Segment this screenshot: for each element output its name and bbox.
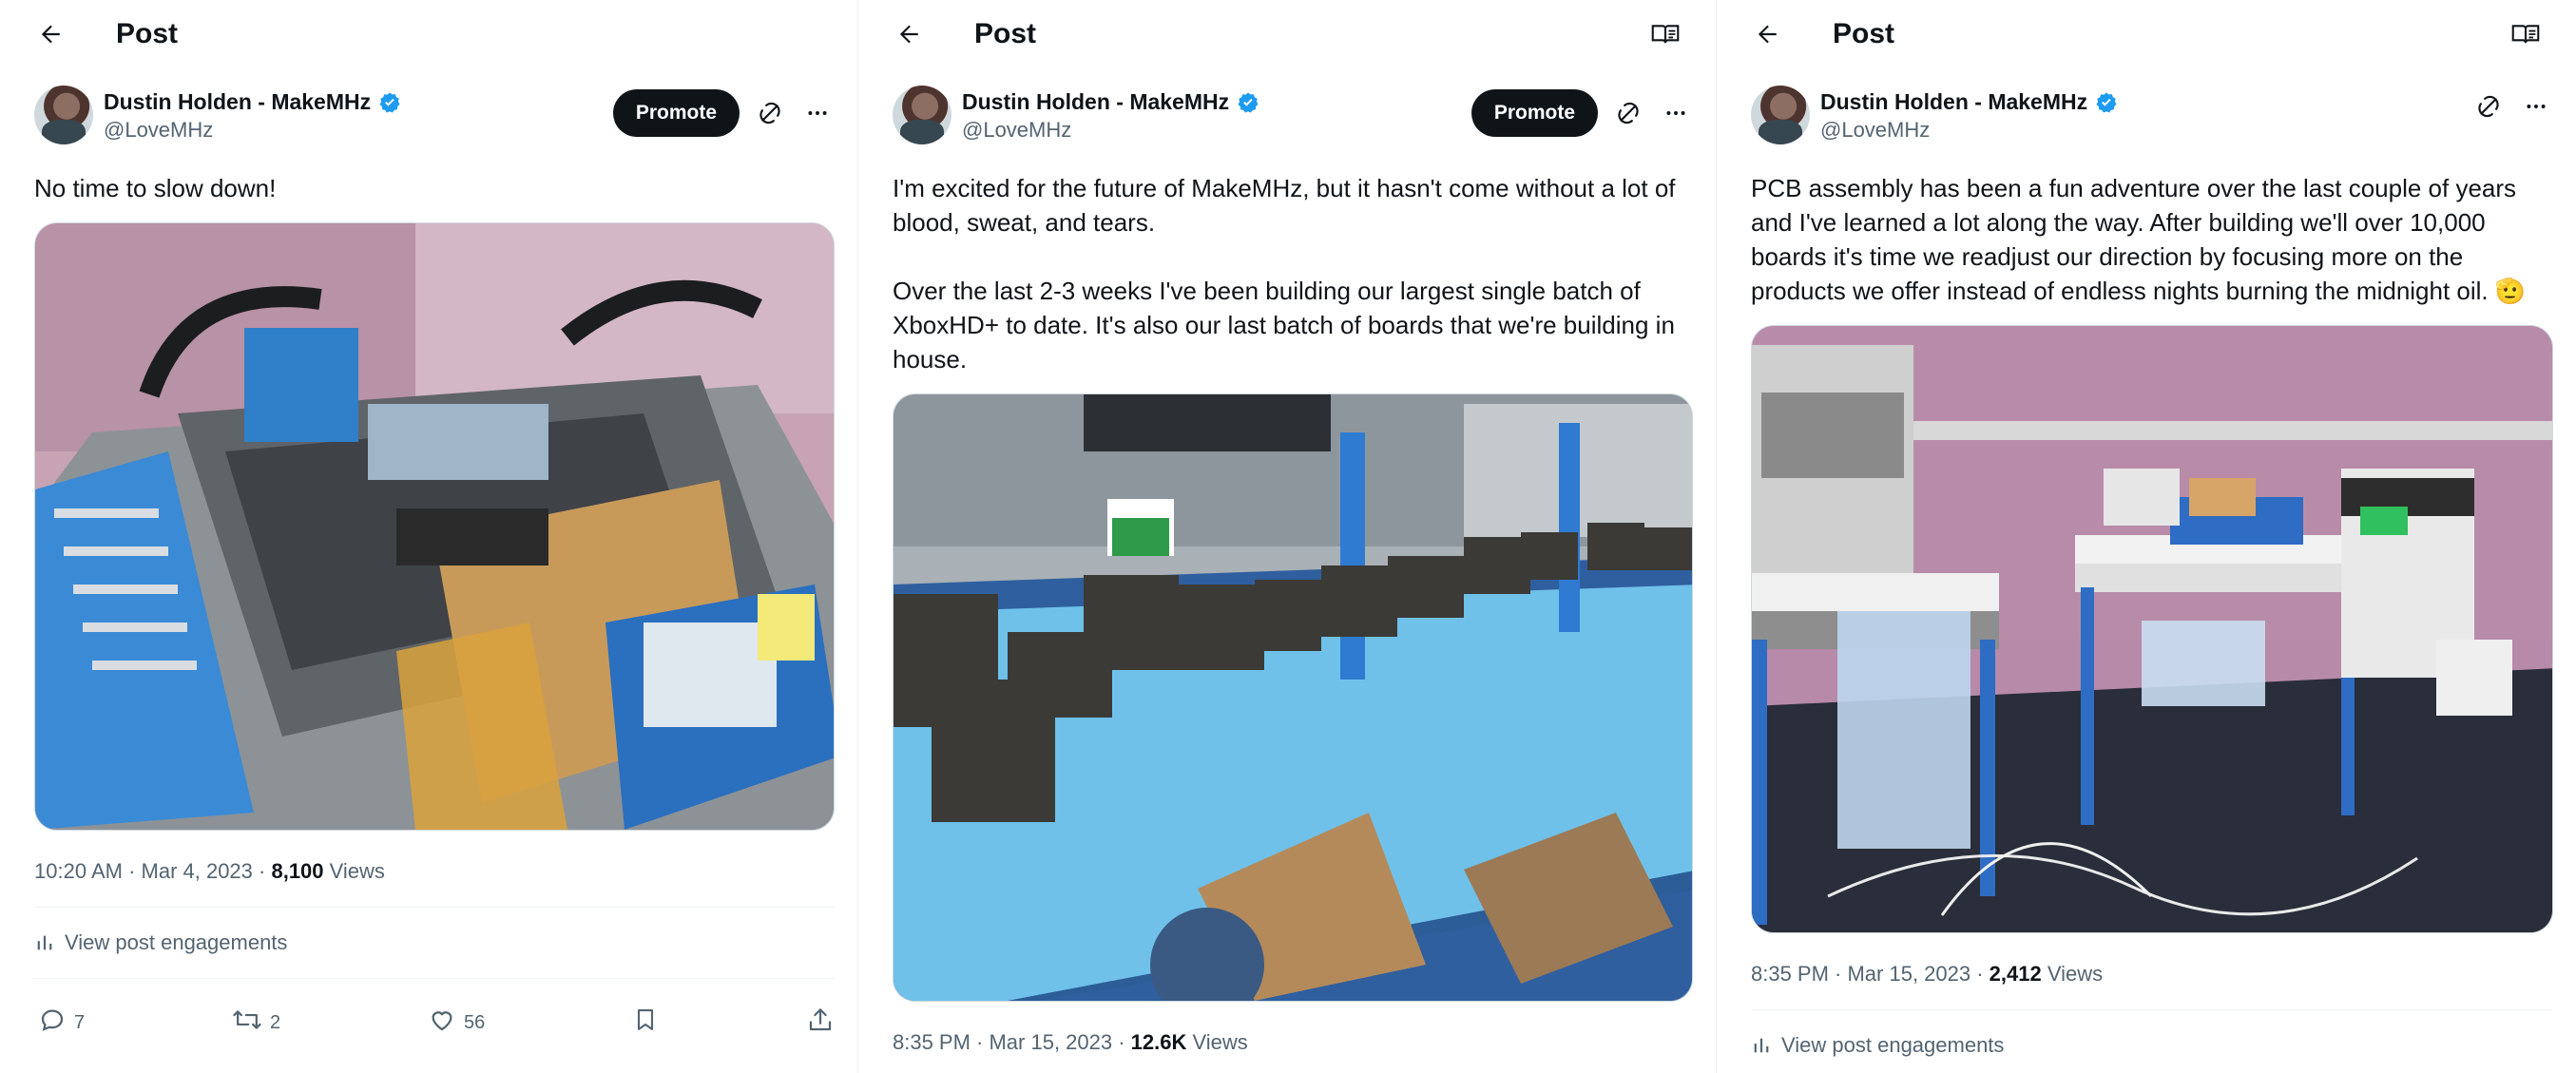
repost-count: 2 (270, 1011, 281, 1033)
reply-icon (38, 1006, 67, 1040)
promote-button[interactable]: Promote (1471, 89, 1598, 137)
post-panel-3: Post Dustin Holden - MakeMHz @LoveMHz PC… (1717, 0, 2576, 1073)
share-button[interactable] (806, 1006, 835, 1040)
author-name[interactable]: Dustin Holden - MakeMHz (104, 89, 371, 115)
view-engagements-label: View post engagements (65, 930, 288, 954)
author-handle[interactable]: @LoveMHz (104, 118, 213, 143)
divider (1751, 1009, 2553, 1010)
analytics-bar-icon (1751, 1035, 1772, 1056)
share-icon (806, 1006, 835, 1040)
reader-mode-icon[interactable] (1649, 18, 1682, 50)
post-timestamp[interactable]: 10:20 AM · Mar 4, 2023 · (34, 859, 271, 883)
post-image[interactable] (893, 393, 1693, 1002)
post-panel-2: Post Dustin Holden - MakeMHz @LoveMHz Pr… (858, 0, 1717, 1073)
heart-icon (428, 1006, 456, 1040)
arrow-left-icon[interactable] (34, 18, 67, 50)
divider (34, 978, 835, 979)
arrow-left-icon[interactable] (893, 18, 925, 50)
view-engagements-link[interactable]: View post engagements (1717, 1033, 2576, 1058)
views-label: Views (323, 859, 385, 883)
verified-badge-icon (1237, 91, 1259, 114)
bookmark-icon (632, 1006, 659, 1040)
reader-mode-icon[interactable] (2509, 18, 2542, 50)
analytics-bar-icon (34, 932, 55, 953)
bookmark-button[interactable] (632, 1006, 659, 1040)
more-dots-icon[interactable] (2519, 89, 2553, 124)
like-count: 56 (464, 1011, 486, 1033)
views-label: Views (1186, 1030, 1248, 1054)
post-timestamp[interactable]: 8:35 PM · Mar 15, 2023 · (893, 1030, 1131, 1054)
author-row: Dustin Holden - MakeMHz @LoveMHz Promote (0, 86, 857, 160)
reply-button[interactable]: 7 (38, 1006, 85, 1040)
verified-badge-icon (2095, 91, 2118, 114)
arrow-left-icon[interactable] (1751, 18, 1783, 50)
post-header: Post (1717, 0, 2576, 68)
views-count: 12.6K (1130, 1030, 1187, 1054)
repost-icon (232, 1006, 262, 1040)
divider (34, 907, 835, 908)
page-title: Post (116, 18, 179, 49)
grok-icon[interactable] (753, 96, 787, 130)
author-row: Dustin Holden - MakeMHz @LoveMHz (1717, 86, 2576, 160)
author-name[interactable]: Dustin Holden - MakeMHz (962, 89, 1229, 115)
views-count: 8,100 (271, 859, 324, 883)
view-engagements-link[interactable]: View post engagements (0, 930, 857, 955)
post-text: I'm excited for the future of MakeMHz, b… (893, 174, 1676, 374)
author-row: Dustin Holden - MakeMHz @LoveMHz Promote (858, 86, 1716, 160)
grok-icon[interactable] (2471, 89, 2506, 124)
like-button[interactable]: 56 (428, 1006, 485, 1040)
avatar[interactable] (1751, 86, 1810, 144)
reply-count: 7 (74, 1011, 86, 1033)
author-handle[interactable]: @LoveMHz (962, 118, 1071, 143)
promote-button[interactable]: Promote (612, 89, 740, 137)
engagement-bar: 7 2 56 (0, 1006, 857, 1040)
more-dots-icon[interactable] (1659, 96, 1693, 130)
verified-badge-icon (378, 91, 401, 114)
page-title: Post (974, 18, 1037, 49)
author-handle[interactable]: @LoveMHz (1820, 118, 1930, 143)
post-timestamp[interactable]: 8:35 PM · Mar 15, 2023 · (1751, 962, 1990, 986)
post-meta: 8:35 PM · Mar 15, 2023 · 12.6K Views (858, 1030, 1716, 1055)
more-dots-icon[interactable] (800, 96, 835, 130)
views-count: 2,412 (1989, 962, 2042, 986)
author-name[interactable]: Dustin Holden - MakeMHz (1820, 89, 2087, 115)
post-text: No time to slow down! (34, 174, 277, 202)
post-header: Post (0, 0, 857, 68)
avatar[interactable] (34, 86, 93, 144)
views-label: Views (2041, 962, 2104, 986)
page-title: Post (1833, 18, 1895, 49)
post-meta: 8:35 PM · Mar 15, 2023 · 2,412 Views (1717, 962, 2576, 987)
grok-icon[interactable] (1611, 96, 1645, 130)
post-meta: 10:20 AM · Mar 4, 2023 · 8,100 Views (0, 859, 857, 884)
view-engagements-label: View post engagements (1781, 1033, 2005, 1057)
post-header: Post (858, 0, 1716, 68)
post-image[interactable] (1751, 325, 2553, 933)
repost-button[interactable]: 2 (232, 1006, 280, 1040)
post-panel-1: Post Dustin Holden - MakeMHz @LoveMHz Pr… (0, 0, 858, 1073)
post-image[interactable] (34, 222, 835, 831)
avatar[interactable] (893, 86, 952, 144)
post-text: PCB assembly has been a fun adventure ov… (1751, 174, 2527, 305)
